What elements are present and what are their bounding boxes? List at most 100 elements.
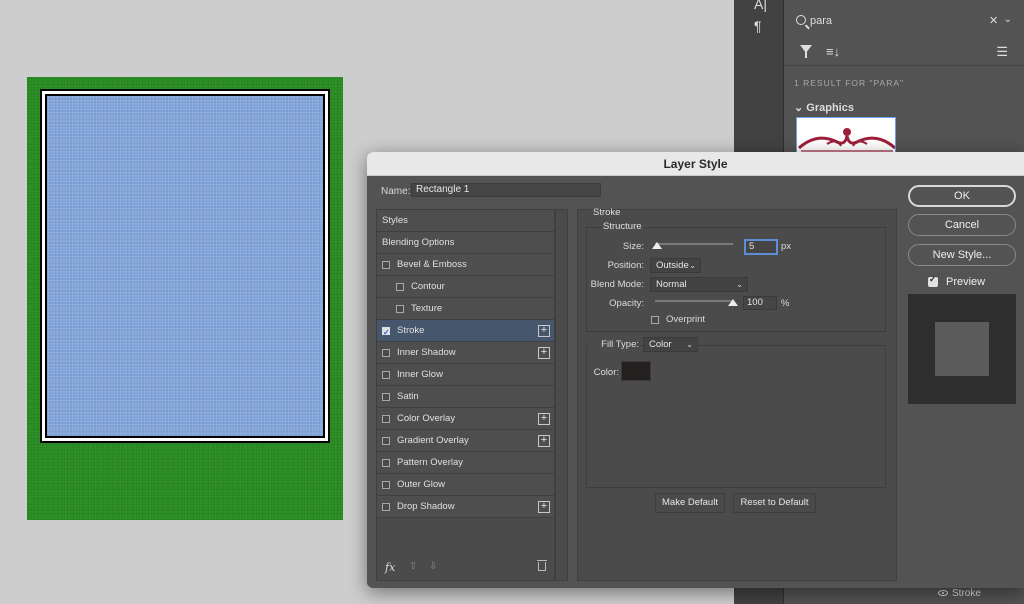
chevron-down-icon: ⌄ [736, 280, 743, 289]
style-checkbox-color-overlay[interactable] [382, 415, 390, 423]
style-checkbox-drop-shadow[interactable] [382, 503, 390, 511]
stroke-color-swatch[interactable] [621, 361, 651, 381]
style-item-label: Bevel & Emboss [397, 259, 467, 270]
style-item-label: Drop Shadow [397, 501, 455, 512]
style-item-inner-glow[interactable]: Inner Glow [377, 364, 554, 386]
style-item-label: Texture [411, 303, 443, 314]
style-checkbox-gradient-overlay[interactable] [382, 437, 390, 445]
graphics-section-header[interactable]: ⌄ Graphics [794, 101, 854, 114]
library-search-input[interactable] [810, 12, 970, 30]
style-item-drop-shadow[interactable]: Drop Shadow + [377, 496, 554, 518]
add-effect-plus-icon[interactable]: + [538, 347, 550, 359]
preview-checkbox[interactable] [928, 274, 938, 287]
style-item-color-overlay[interactable]: Color Overlay + [377, 408, 554, 430]
layer-name-row: Name: Rectangle 1 [381, 183, 601, 197]
cancel-button[interactable]: Cancel [908, 214, 1016, 236]
style-item-label: Stroke [397, 325, 425, 336]
style-item-label: Pattern Overlay [397, 457, 463, 468]
style-item-satin[interactable]: Satin [377, 386, 554, 408]
style-checkbox-contour[interactable] [396, 283, 404, 291]
character-panel-icon[interactable]: A| [754, 0, 767, 12]
rectangle-1-stroke[interactable] [40, 89, 330, 443]
structure-title: Structure [601, 221, 644, 232]
make-default-button[interactable]: Make Default [655, 493, 725, 513]
style-checkbox-stroke[interactable] [382, 322, 390, 344]
style-checkbox-texture[interactable] [396, 305, 404, 313]
fx-icon[interactable]: fx [385, 561, 395, 574]
stroke-section-title: Stroke [593, 207, 621, 218]
blend-mode-label: Blend Mode: [590, 279, 644, 290]
styles-scrollbar[interactable] [555, 209, 568, 581]
style-item-inner-shadow[interactable]: Inner Shadow + [377, 342, 554, 364]
style-checkbox-bevel-emboss[interactable] [382, 261, 390, 269]
layer-name-field[interactable]: Rectangle 1 [411, 183, 601, 197]
style-item-outer-glow[interactable]: Outer Glow [377, 474, 554, 496]
style-item-contour[interactable]: Contour [377, 276, 554, 298]
ok-button[interactable]: OK [908, 185, 1016, 207]
style-item-stroke[interactable]: Stroke + [377, 320, 554, 344]
graphic-asset-thumbnail[interactable] [796, 117, 896, 155]
style-item-texture[interactable]: Texture [377, 298, 554, 320]
fill-type-select[interactable]: Color ⌄ [643, 337, 698, 352]
chevron-down-icon[interactable]: ⌄ [1004, 14, 1012, 25]
preview-label: Preview [946, 276, 986, 288]
style-checkbox-satin[interactable] [382, 393, 390, 401]
opacity-slider-track[interactable] [655, 300, 733, 302]
style-checkbox-inner-glow[interactable] [382, 371, 390, 379]
size-unit: px [781, 241, 792, 252]
paragraph-panel-icon[interactable]: ¶ [754, 18, 762, 34]
add-effect-plus-icon[interactable]: + [538, 413, 550, 425]
style-item-blending-options[interactable]: Blending Options [377, 232, 554, 254]
opacity-input[interactable]: 100 [743, 296, 777, 310]
overprint-label: Overprint [666, 314, 706, 325]
style-checkbox-pattern-overlay[interactable] [382, 459, 390, 467]
blend-mode-select[interactable]: Normal ⌄ [650, 277, 748, 292]
rectangle-1-fill[interactable] [45, 94, 325, 438]
ornament-graphic [798, 128, 895, 154]
move-down-icon[interactable]: ⇩ [429, 561, 437, 572]
add-effect-plus-icon[interactable]: + [538, 325, 550, 337]
position-select-value: Outside [656, 260, 689, 271]
reset-to-default-button[interactable]: Reset to Default [733, 493, 816, 513]
position-select[interactable]: Outside ⌄ [650, 258, 701, 273]
size-slider-thumb[interactable] [651, 242, 662, 249]
style-preview-thumbnail [908, 294, 1016, 404]
style-item-label: Gradient Overlay [397, 435, 469, 446]
trash-icon[interactable] [537, 560, 547, 571]
filter-icon[interactable] [800, 45, 812, 58]
document-canvas[interactable] [27, 77, 343, 520]
style-item-label: Color Overlay [397, 413, 456, 424]
layer-effect-row[interactable]: Stroke [938, 588, 981, 599]
style-item-label: Styles [382, 215, 408, 226]
style-preview-swatch [935, 322, 989, 376]
visibility-eye-icon[interactable] [938, 590, 948, 597]
style-item-bevel-emboss[interactable]: Bevel & Emboss [377, 254, 554, 276]
fill-type-value: Color [649, 339, 672, 350]
size-input[interactable]: 5 [745, 240, 777, 254]
library-toolbar: ≡↓ ☰ [784, 40, 1024, 66]
styles-list-footer: fx ⇧ ⇩ [377, 556, 554, 580]
size-slider-track[interactable] [655, 243, 733, 245]
dialog-title[interactable]: Layer Style [367, 152, 1024, 176]
style-item-gradient-overlay[interactable]: Gradient Overlay + [377, 430, 554, 452]
style-item-styles[interactable]: Styles [377, 210, 554, 232]
opacity-label: Opacity: [609, 298, 644, 309]
style-item-pattern-overlay[interactable]: Pattern Overlay [377, 452, 554, 474]
layer-name-label: Name: [381, 186, 411, 197]
add-effect-plus-icon[interactable]: + [538, 501, 550, 513]
size-label: Size: [622, 241, 644, 252]
style-checkbox-inner-shadow[interactable] [382, 349, 390, 357]
list-view-icon[interactable]: ☰ [996, 44, 1008, 60]
add-effect-plus-icon[interactable]: + [538, 435, 550, 447]
style-checkbox-outer-glow[interactable] [382, 481, 390, 489]
style-item-label: Satin [397, 391, 419, 402]
clear-search-icon[interactable]: × [989, 12, 998, 29]
overprint-checkbox[interactable] [651, 316, 659, 324]
preview-toggle[interactable]: Preview [928, 274, 986, 288]
graphics-section-label: Graphics [806, 102, 854, 114]
opacity-slider-thumb[interactable] [728, 299, 738, 306]
move-up-icon[interactable]: ⇧ [409, 561, 417, 572]
sort-icon[interactable]: ≡↓ [826, 44, 840, 59]
new-style-button[interactable]: New Style... [908, 244, 1016, 266]
library-search-row: × ⌄ [784, 8, 1024, 34]
